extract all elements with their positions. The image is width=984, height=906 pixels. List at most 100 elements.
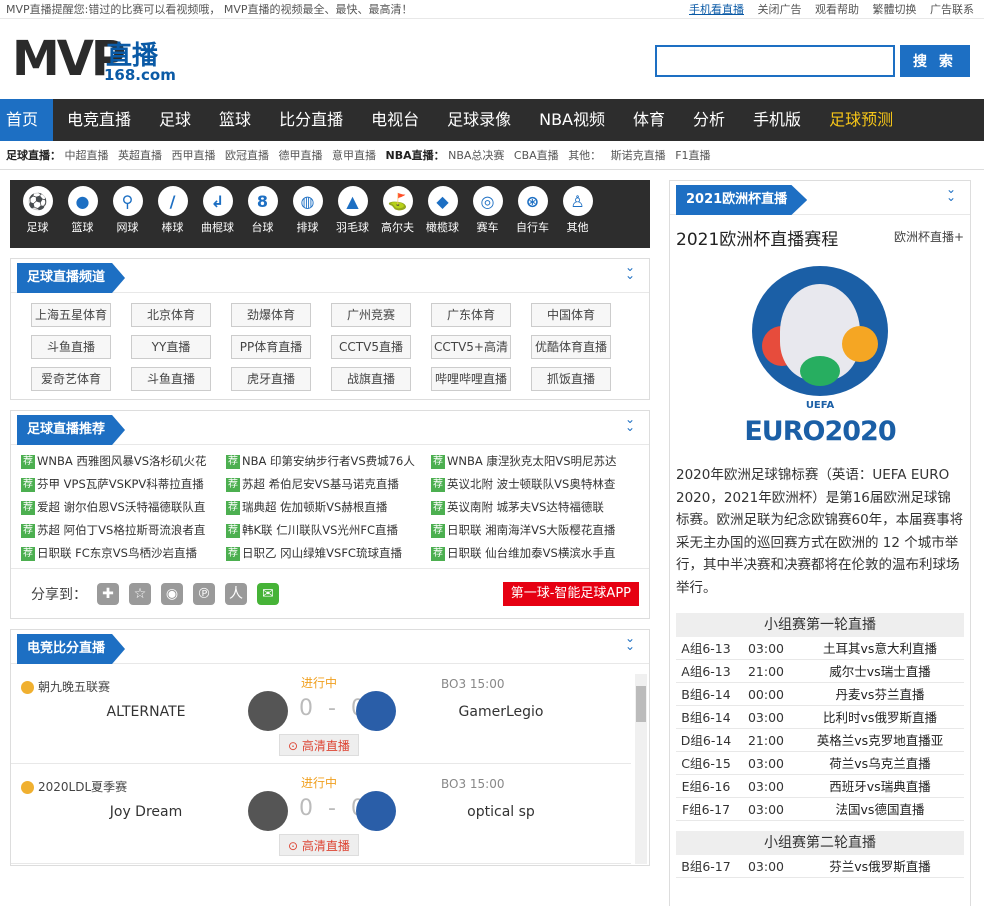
subnav-link[interactable]: NBA总决赛 <box>448 149 504 162</box>
nav-analysis[interactable]: 分析 <box>679 99 739 141</box>
schedule-row[interactable]: A组6-13 21:00 威尔士vs瑞士直播 <box>676 660 964 683</box>
channel-button[interactable]: 虎牙直播 <box>231 367 311 391</box>
schedule-row[interactable]: B组6-17 03:00 芬兰vs俄罗斯直播 <box>676 855 964 878</box>
recommend-item[interactable]: 荐苏超 阿伯丁VS格拉斯哥流浪者直 <box>21 522 226 539</box>
recommend-item[interactable]: 荐 WNBA 西雅图风暴VS洛杉矶火花 <box>21 453 226 470</box>
subnav-link[interactable]: 西甲直播 <box>172 149 216 162</box>
nav-football-predict[interactable]: 足球预测 <box>815 99 907 141</box>
mobile-live-link[interactable]: 手机看直播 <box>689 3 744 16</box>
recommend-item[interactable]: 荐英议南附 城茅夫VS达特福德联 <box>431 499 631 516</box>
nav-nba-video[interactable]: NBA视频 <box>525 99 619 141</box>
channel-button[interactable]: 上海五星体育 <box>31 303 111 327</box>
schedule-row[interactable]: F组6-17 03:00 法国vs德国直播 <box>676 798 964 821</box>
chevron-down-icon[interactable]: ⌄ ⌄ <box>625 413 635 433</box>
match-link[interactable]: 丹麦vs芬兰直播 <box>796 683 964 705</box>
share-favorite-icon[interactable]: ☆ <box>129 582 151 605</box>
channel-button[interactable]: 爱奇艺体育 <box>31 367 111 391</box>
chevron-down-icon[interactable]: ⌄ ⌄ <box>625 632 635 652</box>
channel-button[interactable]: 战旗直播 <box>331 367 411 391</box>
channel-button[interactable]: YY直播 <box>131 335 211 359</box>
traditional-switch-link[interactable]: 繁體切换 <box>873 3 917 16</box>
schedule-row[interactable]: C组6-15 03:00 荷兰vs乌克兰直播 <box>676 752 964 775</box>
app-promo-button[interactable]: 第一球-智能足球APP <box>502 582 639 606</box>
match-link[interactable]: 比利时vs俄罗斯直播 <box>796 706 964 728</box>
channel-button[interactable]: 北京体育 <box>131 303 211 327</box>
subnav-link[interactable]: 德甲直播 <box>279 149 323 162</box>
schedule-row[interactable]: A组6-13 03:00 土耳其vs意大利直播 <box>676 637 964 660</box>
recommend-item[interactable]: 荐 WNBA 康涅狄克太阳VS明尼苏达 <box>431 453 631 470</box>
recommend-item[interactable]: 荐芬甲 VPS瓦萨VSKPV科蒂拉直播 <box>21 476 226 493</box>
share-pinterest-icon[interactable]: ℗ <box>193 582 215 605</box>
sport-hockey[interactable]: ↲ 曲棍球 <box>195 186 240 248</box>
share-weibo-icon[interactable]: ◉ <box>161 582 183 605</box>
search-button[interactable]: 搜 索 <box>900 45 970 77</box>
recommend-item[interactable]: 荐瑞典超 佐加顿斯VS赫根直播 <box>226 499 431 516</box>
nav-football-replay[interactable]: 足球录像 <box>433 99 525 141</box>
subnav-link[interactable]: 中超直播 <box>65 149 109 162</box>
nav-sports[interactable]: 体育 <box>619 99 679 141</box>
subnav-link[interactable]: 欧冠直播 <box>225 149 269 162</box>
recommend-item[interactable]: 荐英议北附 波士顿联队VS奥特林查 <box>431 476 631 493</box>
channel-button[interactable]: 优酷体育直播 <box>531 335 611 359</box>
sport-other[interactable]: ♙ 其他 <box>555 186 600 248</box>
sport-baseball[interactable]: / 棒球 <box>150 186 195 248</box>
match-link[interactable]: 威尔士vs瑞士直播 <box>796 660 964 682</box>
share-wechat-icon[interactable]: ✉ <box>257 582 279 605</box>
recommend-item[interactable]: 荐日职联 仙台维加泰VS横滨水手直 <box>431 545 631 562</box>
channel-button[interactable]: 广东体育 <box>431 303 511 327</box>
sport-badminton[interactable]: ▲ 羽毛球 <box>330 186 375 248</box>
scrollbar-thumb[interactable] <box>636 686 646 722</box>
subnav-link[interactable]: 斯诺克直播 <box>611 149 666 162</box>
match-link[interactable]: 荷兰vs乌克兰直播 <box>796 752 964 774</box>
schedule-row[interactable]: D组6-14 21:00 英格兰vs克罗地直播亚 <box>676 729 964 752</box>
channel-button[interactable]: 哔哩哔哩直播 <box>431 367 511 391</box>
hd-live-button[interactable]: ⊙ 高清直播 <box>279 734 359 756</box>
sport-racing[interactable]: ◎ 赛车 <box>465 186 510 248</box>
recommend-item[interactable]: 荐韩K联 仁川联队VS光州FC直播 <box>226 522 431 539</box>
recommend-item[interactable]: 荐 NBA 印第安纳步行者VS费城76人 <box>226 453 431 470</box>
nav-tv[interactable]: 电视台 <box>357 99 433 141</box>
nav-basketball[interactable]: 篮球 <box>205 99 265 141</box>
site-logo[interactable]: MVP 直播 168.com <box>12 31 182 89</box>
schedule-row[interactable]: B组6-14 00:00 丹麦vs芬兰直播 <box>676 683 964 706</box>
channel-button[interactable]: CCTV5+高清 <box>431 335 511 359</box>
hd-live-button[interactable]: ⊙ 高清直播 <box>279 834 359 856</box>
sport-billiards[interactable]: 8 台球 <box>240 186 285 248</box>
recommend-item[interactable]: 荐日职联 FC东京VS鸟栖沙岩直播 <box>21 545 226 562</box>
chevron-down-icon[interactable]: ⌄ ⌄ <box>946 183 956 203</box>
channel-button[interactable]: 斗鱼直播 <box>31 335 111 359</box>
share-renren-icon[interactable]: 人 <box>225 582 247 605</box>
match-row[interactable]: 朝九晚五联赛 进行中 BO3 15:00 ALTERNATE 0 - 0 GamerLeg… <box>11 664 631 764</box>
subnav-link[interactable]: 英超直播 <box>118 149 162 162</box>
channel-button[interactable]: PP体育直播 <box>231 335 311 359</box>
recommend-item[interactable]: 荐爱超 谢尔伯恩VS沃特福德联队直 <box>21 499 226 516</box>
match-link[interactable]: 西班牙vs瑞典直播 <box>796 775 964 797</box>
help-link[interactable]: 观看帮助 <box>815 3 859 16</box>
share-plus-icon[interactable]: ✚ <box>97 582 119 605</box>
channel-button[interactable]: 劲爆体育 <box>231 303 311 327</box>
nav-scores[interactable]: 比分直播 <box>265 99 357 141</box>
sport-golf[interactable]: ⛳ 高尔夫 <box>375 186 420 248</box>
euro-more-link[interactable]: 欧洲杯直播+ <box>894 228 964 245</box>
sport-soccer[interactable]: ⚽ 足球 <box>15 186 60 248</box>
match-row[interactable]: 2020LDL夏季赛 进行中 BO3 15:00 Joy Dream 0 - 0 opti… <box>11 764 631 864</box>
ad-contact-link[interactable]: 广告联系 <box>930 3 974 16</box>
channel-button[interactable]: CCTV5直播 <box>331 335 411 359</box>
nav-football[interactable]: 足球 <box>145 99 205 141</box>
match-link[interactable]: 芬兰vs俄罗斯直播 <box>796 855 964 877</box>
chevron-down-icon[interactable]: ⌄ ⌄ <box>625 261 635 281</box>
match-scrollbar[interactable] <box>635 674 647 864</box>
schedule-row[interactable]: E组6-16 03:00 西班牙vs瑞典直播 <box>676 775 964 798</box>
sport-rugby[interactable]: ◆ 橄榄球 <box>420 186 465 248</box>
recommend-item[interactable]: 荐日职联 湘南海洋VS大阪樱花直播 <box>431 522 631 539</box>
sport-volleyball[interactable]: ◍ 排球 <box>285 186 330 248</box>
sport-basketball[interactable]: ● 篮球 <box>60 186 105 248</box>
nav-mobile[interactable]: 手机版 <box>739 99 815 141</box>
channel-button[interactable]: 斗鱼直播 <box>131 367 211 391</box>
schedule-row[interactable]: B组6-14 03:00 比利时vs俄罗斯直播 <box>676 706 964 729</box>
recommend-item[interactable]: 荐苏超 希伯尼安VS基马诺克直播 <box>226 476 431 493</box>
channel-button[interactable]: 中国体育 <box>531 303 611 327</box>
subnav-link[interactable]: CBA直播 <box>514 149 559 162</box>
channel-button[interactable]: 广州竞赛 <box>331 303 411 327</box>
nav-esports[interactable]: 电竞直播 <box>53 99 145 141</box>
